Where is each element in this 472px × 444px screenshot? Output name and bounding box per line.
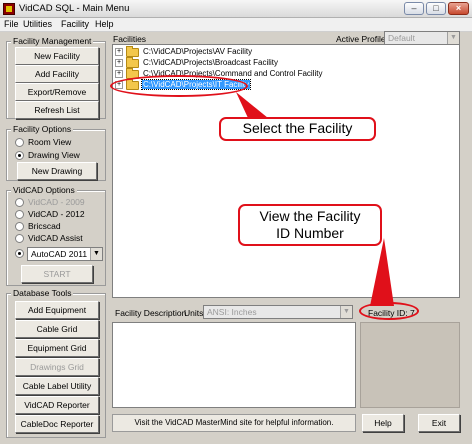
active-profile-label: Active Profile — [336, 34, 386, 44]
facility-id-highlight-oval — [359, 302, 419, 320]
facility-options-group: Facility Options Room View Drawing View … — [6, 124, 106, 181]
facilities-label: Facilities — [113, 34, 147, 44]
close-icon[interactable]: × — [448, 2, 469, 15]
facility-management-group: Facility Management New Facility Add Fac… — [6, 36, 106, 119]
radio-circle[interactable] — [15, 234, 24, 243]
view-id-callout-line1: View the Facility — [259, 208, 361, 224]
expand-icon[interactable]: + — [115, 48, 123, 56]
view-id-callout: View the Facility ID Number — [238, 204, 382, 246]
menu-utilities[interactable]: Utilities — [23, 19, 52, 29]
vidcad-options-group: VidCAD Options VidCAD - 2009 VidCAD - 20… — [6, 185, 106, 286]
export-remove-button[interactable]: Export/Remove — [15, 83, 99, 101]
folder-icon — [126, 57, 139, 68]
new-facility-button[interactable]: New Facility — [15, 47, 99, 65]
radio-circle[interactable] — [15, 198, 24, 207]
menu-bar: File Utilities Facility Help — [0, 18, 472, 32]
bricscad-label: Bricscad — [28, 221, 61, 231]
active-profile-select[interactable]: Default ▼ — [384, 31, 460, 45]
facility-management-title: Facility Management — [11, 36, 94, 46]
chevron-down-icon[interactable]: ▼ — [90, 248, 102, 260]
add-facility-button[interactable]: Add Facility — [15, 65, 99, 83]
window-title: VidCAD SQL - Main Menu — [19, 3, 130, 14]
refresh-list-button[interactable]: Refresh List — [15, 101, 99, 119]
expand-icon[interactable]: + — [115, 59, 123, 67]
folder-icon — [126, 46, 139, 57]
title-bar: VidCAD SQL - Main Menu – □ × — [0, 0, 472, 18]
units-select[interactable]: ANSI: Inches ▼ — [203, 305, 353, 319]
maximize-icon[interactable]: □ — [426, 2, 446, 15]
new-drawing-button[interactable]: New Drawing — [17, 162, 97, 180]
add-equipment-button[interactable]: Add Equipment — [15, 301, 99, 319]
facility-preview-image — [360, 322, 460, 408]
cable-grid-button[interactable]: Cable Grid — [15, 320, 99, 338]
menu-file[interactable]: File — [4, 19, 19, 29]
drawing-view-label: Drawing View — [28, 150, 80, 160]
cable-label-utility-button[interactable]: Cable Label Utility — [15, 377, 99, 395]
facility-description-textarea[interactable] — [112, 322, 356, 408]
facility-description-label: Facility Description — [115, 308, 187, 318]
drawings-grid-button[interactable]: Drawings Grid — [15, 358, 99, 376]
vidcad-2009-label: VidCAD - 2009 — [28, 197, 85, 207]
selection-highlight-oval — [110, 75, 248, 97]
active-profile-value: Default — [388, 33, 415, 43]
select-facility-callout: Select the Facility — [219, 117, 376, 141]
chevron-down-icon[interactable]: ▼ — [340, 306, 352, 318]
vidcad-reporter-button[interactable]: VidCAD Reporter — [15, 396, 99, 414]
autocad-version-select[interactable]: AutoCAD 2011 ▼ — [27, 247, 103, 261]
tree-item-label: C:\VidCAD\Projects\AV Facility — [143, 47, 253, 56]
menu-facility[interactable]: Facility — [61, 19, 89, 29]
tree-item-label: C:\VidCAD\Projects\Broadcast Facility — [143, 58, 279, 67]
select-facility-callout-text: Select the Facility — [242, 120, 353, 136]
chevron-down-icon[interactable]: ▼ — [447, 32, 459, 44]
radio-circle[interactable] — [15, 222, 24, 231]
minimize-icon[interactable]: – — [404, 2, 424, 15]
database-tools-group: Database Tools Add Equipment Cable Grid … — [6, 288, 106, 438]
view-id-callout-line2: ID Number — [276, 225, 344, 241]
room-view-label: Room View — [28, 137, 72, 147]
autocad-radio[interactable] — [15, 249, 24, 258]
radio-circle[interactable] — [15, 210, 24, 219]
start-button[interactable]: START — [21, 265, 93, 283]
radio-circle[interactable] — [15, 138, 24, 147]
vidcad-options-title: VidCAD Options — [11, 185, 77, 195]
units-value: ANSI: Inches — [207, 307, 257, 317]
autocad-version-value: AutoCAD 2011 — [31, 249, 88, 259]
radio-circle-checked[interactable] — [15, 151, 24, 160]
menu-help[interactable]: Help — [95, 19, 114, 29]
expand-icon[interactable]: + — [115, 70, 123, 78]
equipment-grid-button[interactable]: Equipment Grid — [15, 339, 99, 357]
vidcad-2012-label: VidCAD - 2012 — [28, 209, 85, 219]
facility-options-title: Facility Options — [11, 124, 74, 134]
mastermind-link[interactable]: Visit the VidCAD MasterMind site for hel… — [112, 414, 356, 432]
app-icon — [3, 3, 15, 15]
help-button[interactable]: Help — [362, 414, 404, 432]
vidcad-assist-label: VidCAD Assist — [28, 233, 83, 243]
exit-button[interactable]: Exit — [418, 414, 460, 432]
cabledoc-reporter-button[interactable]: CableDoc Reporter — [15, 415, 99, 433]
database-tools-title: Database Tools — [11, 288, 74, 298]
